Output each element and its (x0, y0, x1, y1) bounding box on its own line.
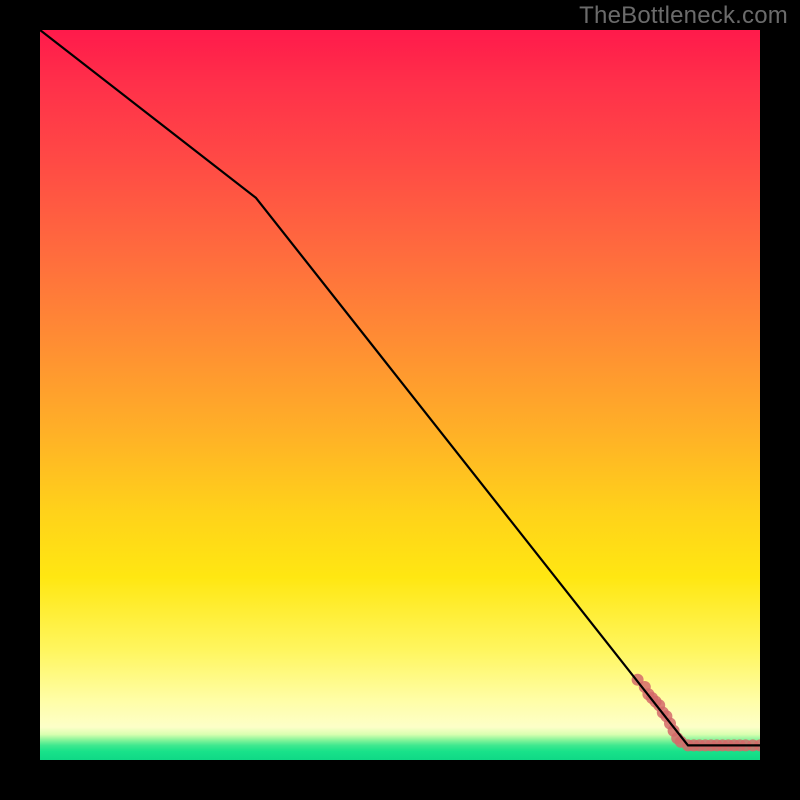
chart-stage: TheBottleneck.com (0, 0, 800, 800)
watermark-text: TheBottleneck.com (579, 2, 788, 30)
trend-line (40, 30, 760, 745)
scatter-points-group (632, 674, 760, 752)
plot-area (40, 30, 760, 760)
overlay-svg (40, 30, 760, 760)
